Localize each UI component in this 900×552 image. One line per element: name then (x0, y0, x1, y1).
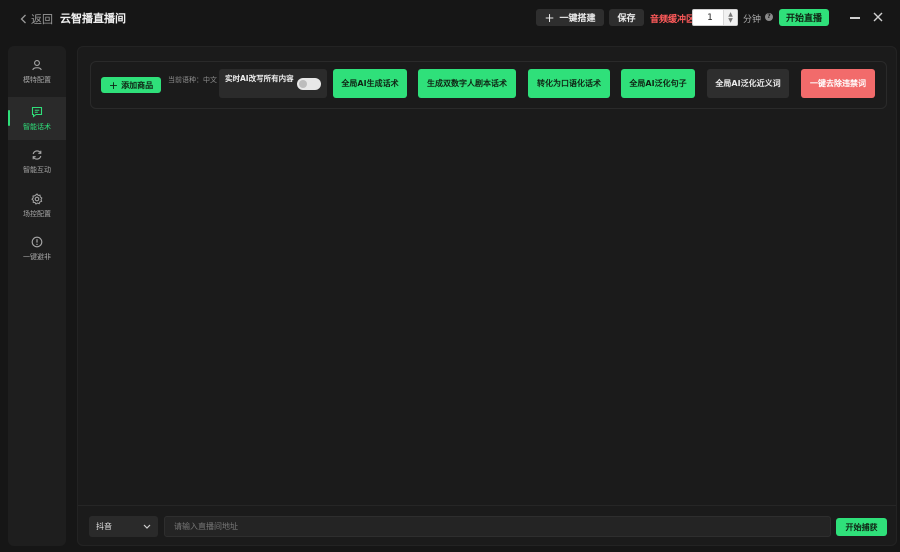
realtime-ai-rewrite-box: 实时AI改写所有内容 (219, 69, 327, 98)
sidebar-item-smart-script[interactable]: 智能话术 (8, 97, 66, 140)
back-button[interactable]: 返回 (20, 11, 53, 27)
global-ai-sentence-generalize-button[interactable]: 全局AI泛化句子 (621, 69, 695, 98)
back-label: 返回 (31, 13, 53, 26)
add-product-label: 添加商品 (121, 80, 154, 90)
global-ai-generate-button[interactable]: 全局AI生成话术 (333, 69, 407, 98)
global-ai-synonym-generalize-button[interactable]: 全局AI泛化近义词 (707, 69, 789, 98)
sidebar-item-label: 场控配置 (23, 209, 51, 218)
realtime-ai-rewrite-label: 实时AI改写所有内容 (225, 74, 294, 83)
plus-icon: + (544, 10, 555, 25)
sidebar-item-field-control[interactable]: 场控配置 (8, 184, 66, 227)
buffer-minutes-value: 1 (707, 12, 713, 23)
sidebar-item-one-click-avoid[interactable]: 一键避非 (8, 227, 66, 270)
minute-label: 分钟 (743, 15, 762, 25)
realtime-ai-rewrite-toggle[interactable] (297, 78, 321, 90)
minimize-icon[interactable] (850, 17, 860, 19)
audio-buffer-label: 音频缓冲区 (650, 15, 696, 25)
capture-bar: 抖音 开始捕获 (78, 505, 896, 545)
platform-select[interactable]: 抖音 (89, 516, 158, 537)
remove-banned-words-button[interactable]: 一键去除违禁词 (801, 69, 875, 98)
convert-colloquial-button[interactable]: 转化为口语化话术 (528, 69, 610, 98)
start-capture-button[interactable]: 开始捕获 (836, 518, 887, 536)
chat-icon (31, 106, 43, 118)
buffer-minutes-input[interactable]: 1 ▲ ▼ (692, 9, 738, 26)
sidebar: 模特配置 智能话术 智能互动 场控配置 一键避非 (8, 46, 66, 546)
main-panel: + 添加商品 当前语种：中文 实时AI改写所有内容 全局AI生成话术 生成双数字… (77, 46, 897, 546)
alert-icon (31, 236, 43, 247)
sidebar-item-label: 模特配置 (23, 75, 51, 84)
chevron-down-icon (143, 524, 151, 529)
platform-value: 抖音 (96, 522, 112, 531)
save-button[interactable]: 保存 (609, 9, 644, 26)
current-language-label: 当前语种：中文 (168, 76, 217, 84)
sidebar-item-label: 一键避非 (23, 252, 51, 261)
app-title: 云智播直播间 (60, 12, 126, 25)
dual-digital-human-script-button[interactable]: 生成双数字人剧本话术 (418, 69, 516, 98)
sidebar-item-label: 智能互动 (23, 165, 51, 174)
gear-icon (31, 192, 43, 205)
start-live-button[interactable]: 开始直播 (779, 9, 829, 26)
sidebar-item-model-config[interactable]: 模特配置 (8, 50, 66, 93)
one-click-setup-button[interactable]: + 一键搭建 (536, 9, 604, 26)
add-product-button[interactable]: + 添加商品 (101, 77, 161, 93)
chevron-left-icon (20, 14, 26, 24)
sidebar-item-smart-interaction[interactable]: 智能互动 (8, 140, 66, 183)
one-click-setup-label: 一键搭建 (559, 14, 596, 24)
refresh-icon (32, 149, 42, 160)
plus-icon: + (108, 78, 119, 92)
sidebar-item-label: 智能话术 (23, 122, 51, 131)
help-icon[interactable]: ? (765, 13, 773, 21)
stepper-arrows-icon[interactable]: ▲ ▼ (723, 10, 737, 25)
user-icon (32, 59, 42, 70)
script-toolbar: + 添加商品 当前语种：中文 实时AI改写所有内容 全局AI生成话术 生成双数字… (90, 61, 887, 109)
live-room-url-input[interactable] (164, 516, 831, 537)
close-icon[interactable] (872, 11, 884, 23)
title-bar: 返回 云智播直播间 + 一键搭建 保存 音频缓冲区 1 ▲ ▼ 分钟 ? 开始直播 (0, 0, 900, 36)
